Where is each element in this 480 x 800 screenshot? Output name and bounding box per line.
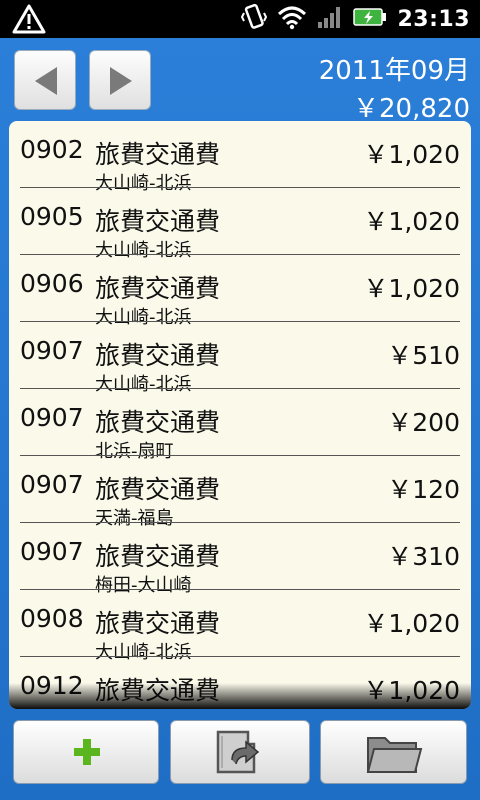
entry-category: 旅費交通費	[95, 274, 221, 303]
expense-list[interactable]: 0902 旅費交通費 ￥1,020 大山崎-北浜 0905 旅費交通費 ￥1,0…	[9, 121, 471, 709]
vibrate-icon	[241, 3, 268, 35]
wifi-icon	[277, 4, 307, 34]
scroll-fade	[9, 683, 471, 709]
list-item[interactable]: 0905 旅費交通費 ￥1,020 大山崎-北浜	[9, 188, 471, 261]
entry-amount: ￥510	[387, 341, 460, 370]
entry-date: 0907	[20, 537, 84, 566]
entry-category: 旅費交通費	[95, 207, 221, 236]
list-item[interactable]: 0907 旅費交通費 ￥310 梅田-大山崎	[9, 523, 471, 596]
entry-category: 旅費交通費	[95, 341, 221, 370]
entry-date: 0907	[20, 403, 84, 432]
arrow-right-icon	[110, 67, 132, 95]
list-item[interactable]: 0907 旅費交通費 ￥510 大山崎-北浜	[9, 322, 471, 395]
plus-icon	[74, 739, 100, 765]
entry-amount: ￥1,020	[363, 207, 460, 236]
warning-icon	[12, 4, 46, 34]
entry-category: 旅費交通費	[95, 408, 221, 437]
list-item[interactable]: 0902 旅費交通費 ￥1,020 大山崎-北浜	[9, 121, 471, 194]
month-label: 2011年09月	[318, 56, 470, 86]
entry-date: 0908	[20, 604, 84, 633]
status-time: 23:13	[397, 6, 470, 32]
entry-category: 旅費交通費	[95, 609, 221, 638]
entry-amount: ￥1,020	[363, 609, 460, 638]
open-folder-button[interactable]	[320, 720, 467, 784]
refresh-document-icon	[216, 730, 260, 774]
folder-icon	[366, 737, 423, 773]
entry-amount: ￥200	[387, 408, 460, 437]
list-item[interactable]: 0908 旅費交通費 ￥1,020 大山崎-北浜	[9, 590, 471, 663]
battery-charging-icon	[353, 6, 387, 32]
entry-category: 旅費交通費	[95, 475, 221, 504]
entry-category: 旅費交通費	[95, 542, 221, 571]
entry-amount: ￥310	[387, 542, 460, 571]
next-month-button[interactable]	[89, 50, 151, 110]
entry-date: 0907	[20, 336, 84, 365]
prev-month-button[interactable]	[14, 50, 76, 110]
refresh-button[interactable]	[170, 720, 310, 784]
entry-date: 0902	[20, 135, 84, 164]
entry-date: 0907	[20, 470, 84, 499]
list-item[interactable]: 0906 旅費交通費 ￥1,020 大山崎-北浜	[9, 255, 471, 328]
add-entry-button[interactable]	[13, 720, 159, 784]
entry-amount: ￥1,020	[363, 140, 460, 169]
entry-date: 0905	[20, 202, 84, 231]
entry-date: 0906	[20, 269, 84, 298]
entry-category: 旅費交通費	[95, 140, 221, 169]
arrow-left-icon	[35, 67, 57, 95]
list-item[interactable]: 0907 旅費交通費 ￥120 天満-福島	[9, 456, 471, 529]
app-area: 2011年09月 ￥20,820 0902 旅費交通費 ￥1,020 大山崎-北…	[0, 38, 480, 800]
list-item[interactable]: 0907 旅費交通費 ￥200 北浜-扇町	[9, 389, 471, 462]
status-bar: 23:13	[0, 0, 480, 38]
month-total: ￥20,820	[353, 94, 470, 124]
entry-amount: ￥120	[387, 475, 460, 504]
entry-amount: ￥1,020	[363, 274, 460, 303]
signal-icon	[317, 4, 343, 34]
